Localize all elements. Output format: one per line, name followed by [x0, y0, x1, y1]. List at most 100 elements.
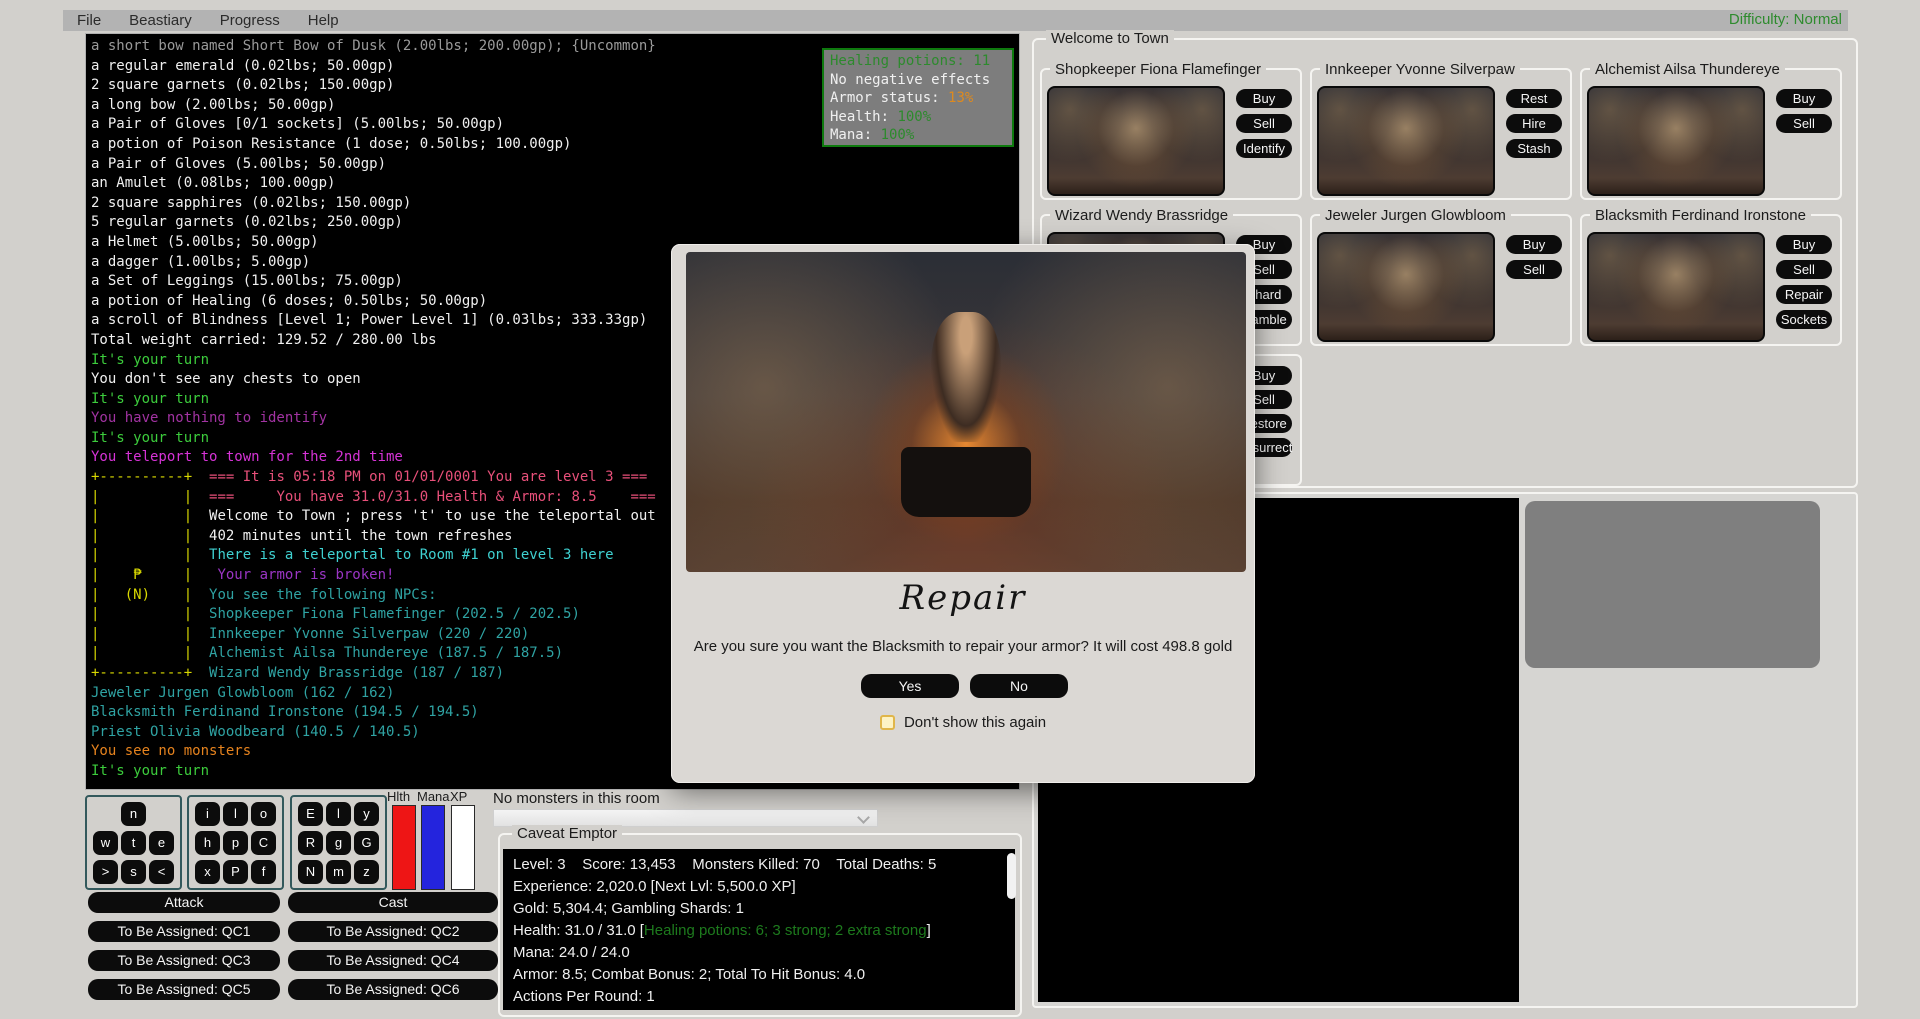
- key-t[interactable]: t: [121, 831, 146, 855]
- quick-cast-button-4[interactable]: To Be Assigned: QC4: [288, 950, 498, 971]
- log-line: an Amulet (0.08lbs; 100.00gp): [91, 174, 1019, 194]
- npc-card-shopkeeper: Shopkeeper Fiona FlamefingerBuySellIdent…: [1040, 68, 1302, 200]
- key-p[interactable]: p: [223, 831, 248, 855]
- key-s[interactable]: s: [121, 860, 146, 884]
- quick-cast-button-2[interactable]: To Be Assigned: QC2: [288, 921, 498, 942]
- key-h[interactable]: h: [195, 831, 220, 855]
- key-n[interactable]: n: [121, 802, 146, 826]
- stat-line: Armor: 8.5; Combat Bonus: 2; Total To Hi…: [513, 964, 995, 986]
- buy-button[interactable]: Buy: [1776, 89, 1832, 108]
- sell-button[interactable]: Sell: [1506, 260, 1562, 279]
- character-name: Caveat Emptor: [512, 825, 622, 842]
- keypad-group-3: Ely RgG Nmz: [290, 795, 387, 890]
- game-window: FileBeastiaryProgressHelp Difficulty: No…: [0, 0, 1920, 1019]
- chevron-down-icon: [857, 811, 870, 824]
- attack-button[interactable]: Attack: [88, 892, 280, 913]
- mana-bar: [421, 805, 445, 890]
- blacksmith-figure: [931, 312, 1001, 442]
- cast-button[interactable]: Cast: [288, 892, 498, 913]
- stat-line: Level: 3 Score: 13,453 Monsters Killed: …: [513, 854, 995, 876]
- npc-portrait-image: [1047, 86, 1225, 196]
- identify-button[interactable]: Identify: [1236, 139, 1292, 158]
- keypad-row: Nmz: [298, 860, 379, 884]
- quick-cast-button-1[interactable]: To Be Assigned: QC1: [88, 921, 280, 942]
- npc-card-jeweler: Jeweler Jurgen GlowbloomBuySell: [1310, 214, 1572, 346]
- stash-button[interactable]: Stash: [1506, 139, 1562, 158]
- npc-portrait-image: [1317, 86, 1495, 196]
- key-z[interactable]: z: [354, 860, 379, 884]
- npc-card-title: Innkeeper Yvonne Silverpaw: [1320, 61, 1520, 78]
- key-e[interactable]: e: [149, 831, 174, 855]
- hlth-bar: [392, 805, 416, 890]
- key-f[interactable]: f: [251, 860, 276, 884]
- menu-item-help[interactable]: Help: [294, 12, 353, 29]
- keypad-group-1: nwte>s<: [85, 795, 182, 890]
- monsters-label: No monsters in this room: [493, 790, 660, 807]
- buy-button[interactable]: Buy: [1776, 235, 1832, 254]
- hire-button[interactable]: Hire: [1506, 114, 1562, 133]
- dont-show-checkbox[interactable]: [880, 715, 895, 730]
- key-R[interactable]: R: [298, 831, 323, 855]
- repair-button[interactable]: Repair: [1776, 285, 1832, 304]
- key-l[interactable]: l: [223, 802, 248, 826]
- status-line: Armor status: 13%: [830, 89, 1012, 108]
- menu-bar-items: FileBeastiaryProgressHelp: [63, 12, 353, 29]
- dont-show-row: Don't show this again: [671, 714, 1255, 731]
- sell-button[interactable]: Sell: [1776, 260, 1832, 279]
- npc-card-title: Jeweler Jurgen Glowbloom: [1320, 207, 1511, 224]
- sell-button[interactable]: Sell: [1236, 114, 1292, 133]
- key-N[interactable]: N: [298, 860, 323, 884]
- yes-button[interactable]: Yes: [861, 674, 959, 698]
- repair-confirm-dialog: Repair Are you sure you want the Blacksm…: [671, 244, 1255, 783]
- quick-cast-button-6[interactable]: To Be Assigned: QC6: [288, 979, 498, 1000]
- key-g[interactable]: g: [326, 831, 351, 855]
- key-y[interactable]: y: [354, 802, 379, 826]
- buy-button[interactable]: Buy: [1236, 89, 1292, 108]
- menu-bar: FileBeastiaryProgressHelp Difficulty: No…: [63, 10, 1848, 31]
- stat-line: Health: 31.0 / 31.0 [Healing potions: 6;…: [513, 920, 995, 942]
- npc-card-title: Alchemist Ailsa Thundereye: [1590, 61, 1785, 78]
- key-w[interactable]: w: [93, 831, 118, 855]
- menu-item-progress[interactable]: Progress: [206, 12, 294, 29]
- buy-button[interactable]: Buy: [1506, 235, 1562, 254]
- key-l[interactable]: l: [326, 802, 351, 826]
- key-i[interactable]: i: [195, 802, 220, 826]
- minimap-placeholder: [1525, 501, 1820, 668]
- key-x[interactable]: x: [195, 860, 220, 884]
- sockets-button[interactable]: Sockets: [1776, 310, 1832, 329]
- key-P[interactable]: P: [223, 860, 248, 884]
- bar-label-mana: Mana: [417, 789, 450, 804]
- anvil-shape: [901, 447, 1031, 517]
- blacksmith-forge-image: [686, 252, 1246, 572]
- keypad-row: >s<: [93, 860, 174, 884]
- menu-item-file[interactable]: File: [63, 12, 115, 29]
- status-line: Mana: 100%: [830, 126, 1012, 145]
- quick-cast-button-5[interactable]: To Be Assigned: QC5: [88, 979, 280, 1000]
- log-line: 2 square sapphires (0.02lbs; 150.00gp): [91, 194, 1019, 214]
- menu-item-beastiary[interactable]: Beastiary: [115, 12, 206, 29]
- rest-button[interactable]: Rest: [1506, 89, 1562, 108]
- sell-button[interactable]: Sell: [1776, 114, 1832, 133]
- npc-portrait-image: [1587, 86, 1765, 196]
- keypad-row: wte: [93, 831, 174, 855]
- keypad-group-2: ilo hpCxPf: [187, 795, 284, 890]
- key-E[interactable]: E: [298, 802, 323, 826]
- dialog-message: Are you sure you want the Blacksmith to …: [671, 638, 1255, 655]
- key-m[interactable]: m: [326, 860, 351, 884]
- quick-cast-button-3[interactable]: To Be Assigned: QC3: [88, 950, 280, 971]
- status-line: No negative effects: [830, 71, 1012, 90]
- status-line: Healing potions: 11: [830, 52, 1012, 71]
- dont-show-label: Don't show this again: [904, 714, 1046, 731]
- bar-label-hlth: Hlth: [387, 789, 410, 804]
- key->[interactable]: >: [93, 860, 118, 884]
- npc-portrait-image: [1587, 232, 1765, 342]
- key-C[interactable]: C: [251, 831, 276, 855]
- key-o[interactable]: o: [251, 802, 276, 826]
- key-G[interactable]: G: [354, 831, 379, 855]
- stats-scrollbar-thumb[interactable]: [1007, 853, 1016, 899]
- xp-bar: [451, 805, 475, 890]
- status-line: Health: 100%: [830, 108, 1012, 127]
- key-<[interactable]: <: [149, 860, 174, 884]
- stats-text-panel: Level: 3 Score: 13,453 Monsters Killed: …: [503, 849, 1015, 1010]
- no-button[interactable]: No: [970, 674, 1068, 698]
